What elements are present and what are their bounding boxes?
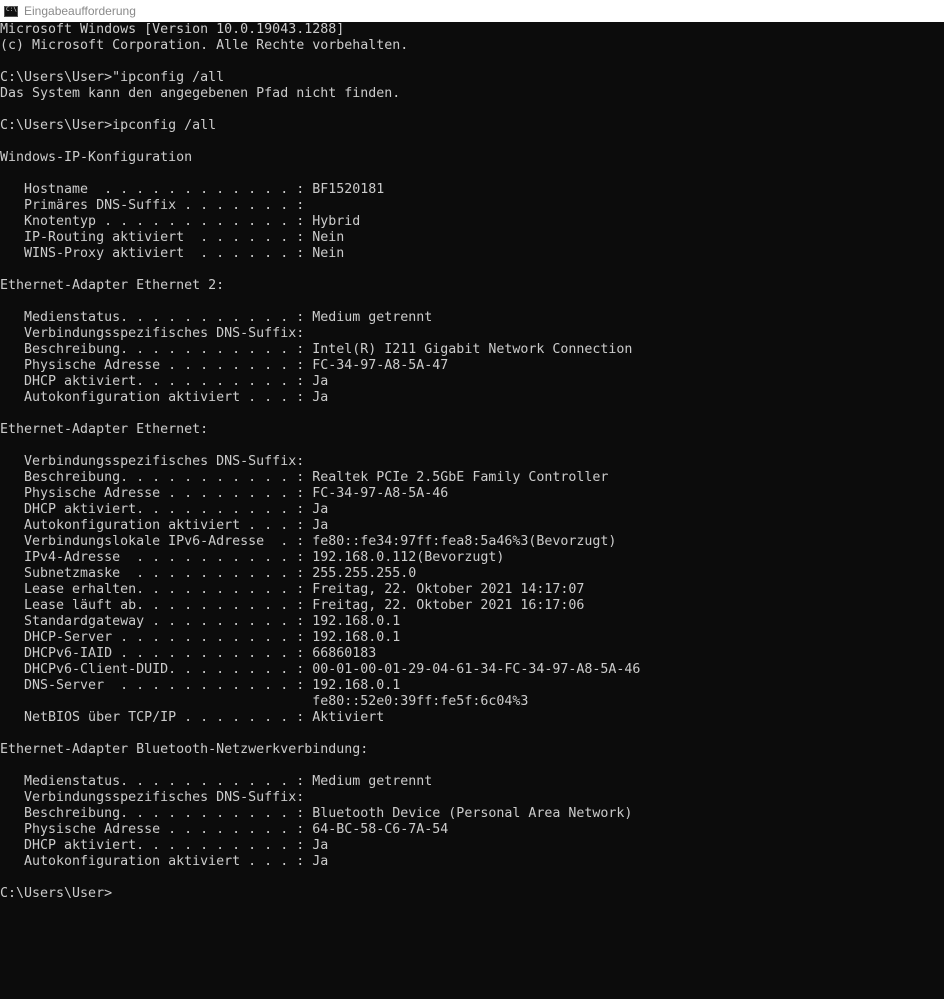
console-line: fe80::52e0:39ff:fe5f:6c04%3 — [0, 694, 529, 709]
console-line: Ethernet-Adapter Bluetooth-Netzwerkverbi… — [0, 742, 369, 757]
console-line: Lease erhalten. . . . . . . . . . : Frei… — [0, 582, 585, 597]
console-line: DNS-Server . . . . . . . . . . . : 192.1… — [0, 678, 401, 693]
console-line: DHCP aktiviert. . . . . . . . . . : Ja — [0, 374, 329, 389]
console-line: DHCP aktiviert. . . . . . . . . . : Ja — [0, 502, 329, 517]
console-line: Verbindungslokale IPv6-Adresse . : fe80:… — [0, 534, 617, 549]
cmd-icon — [4, 5, 18, 17]
console-line: Ethernet-Adapter Ethernet: — [0, 422, 209, 437]
console-line: NetBIOS über TCP/IP . . . . . . . : Akti… — [0, 710, 385, 725]
console-line: Autokonfiguration aktiviert . . . : Ja — [0, 854, 329, 869]
console-line: Beschreibung. . . . . . . . . . . : Inte… — [0, 342, 633, 357]
console-line: DHCP aktiviert. . . . . . . . . . : Ja — [0, 838, 329, 853]
console-line: Physische Adresse . . . . . . . . : FC-3… — [0, 486, 449, 501]
console-line: Autokonfiguration aktiviert . . . : Ja — [0, 390, 329, 405]
console-line: IPv4-Adresse . . . . . . . . . . : 192.1… — [0, 550, 505, 565]
console-line: Microsoft Windows [Version 10.0.19043.12… — [0, 22, 345, 37]
console-line: WINS-Proxy aktiviert . . . . . . : Nein — [0, 246, 345, 261]
console-line: Primäres DNS-Suffix . . . . . . . : — [0, 198, 305, 213]
console-output[interactable]: Microsoft Windows [Version 10.0.19043.12… — [0, 22, 944, 999]
console-line: Beschreibung. . . . . . . . . . . : Blue… — [0, 806, 633, 821]
command-prompt-window: Eingabeaufforderung Microsoft Windows [V… — [0, 0, 944, 999]
console-line: Verbindungsspezifisches DNS-Suffix: — [0, 326, 305, 341]
console-line: Medienstatus. . . . . . . . . . . : Medi… — [0, 774, 433, 789]
console-line: Standardgateway . . . . . . . . . : 192.… — [0, 614, 401, 629]
console-line: Beschreibung. . . . . . . . . . . : Real… — [0, 470, 609, 485]
console-line: Windows-IP-Konfiguration — [0, 150, 193, 165]
console-line: Hostname . . . . . . . . . . . . : BF152… — [0, 182, 385, 197]
window-title: Eingabeaufforderung — [24, 4, 136, 18]
console-line: Physische Adresse . . . . . . . . : FC-3… — [0, 358, 449, 373]
console-line: Verbindungsspezifisches DNS-Suffix: — [0, 454, 305, 469]
console-line: Ethernet-Adapter Ethernet 2: — [0, 278, 225, 293]
console-line: Medienstatus. . . . . . . . . . . : Medi… — [0, 310, 433, 325]
console-line: Physische Adresse . . . . . . . . : 64-B… — [0, 822, 449, 837]
console-line: DHCPv6-Client-DUID. . . . . . . . : 00-0… — [0, 662, 641, 677]
console-line: Knotentyp . . . . . . . . . . . . : Hybr… — [0, 214, 361, 229]
console-line: Autokonfiguration aktiviert . . . : Ja — [0, 518, 329, 533]
console-line: Lease läuft ab. . . . . . . . . . : Frei… — [0, 598, 585, 613]
console-line: DHCPv6-IAID . . . . . . . . . . . : 6686… — [0, 646, 377, 661]
title-bar[interactable]: Eingabeaufforderung — [0, 0, 944, 22]
console-line: Das System kann den angegebenen Pfad nic… — [0, 86, 401, 101]
console-line: C:\Users\User> — [0, 886, 113, 901]
console-line: (c) Microsoft Corporation. Alle Rechte v… — [0, 38, 409, 53]
console-line: Subnetzmaske . . . . . . . . . . : 255.2… — [0, 566, 417, 581]
console-line: IP-Routing aktiviert . . . . . . : Nein — [0, 230, 345, 245]
console-line: DHCP-Server . . . . . . . . . . . : 192.… — [0, 630, 401, 645]
console-line: Verbindungsspezifisches DNS-Suffix: — [0, 790, 305, 805]
console-line: C:\Users\User>"ipconfig /all — [0, 70, 225, 85]
console-line: C:\Users\User>ipconfig /all — [0, 118, 217, 133]
